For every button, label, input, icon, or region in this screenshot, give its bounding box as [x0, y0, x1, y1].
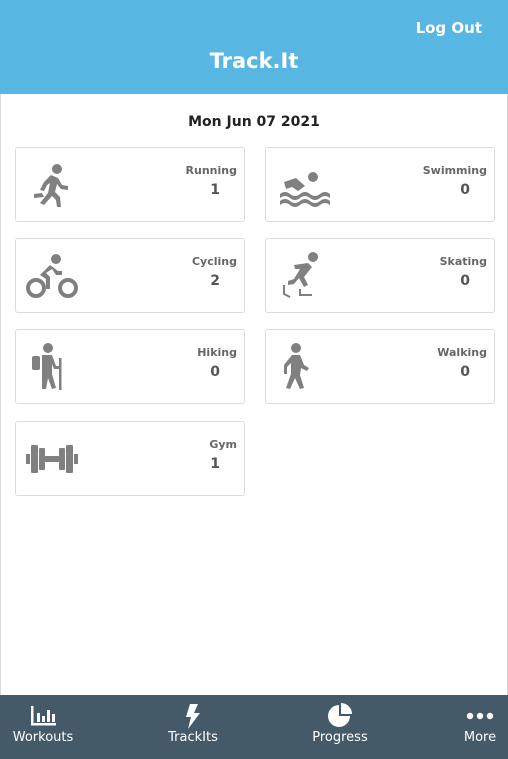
dumbbell-icon	[24, 434, 80, 484]
current-date: Mon Jun 07 2021	[188, 114, 320, 130]
nav-trackits[interactable]: TrackIts	[149, 695, 237, 759]
nav-label: More	[463, 730, 497, 745]
skating-icon	[274, 251, 330, 301]
nav-label: Progress	[312, 730, 368, 745]
pie-chart-icon	[325, 703, 355, 729]
activity-count: 0	[460, 364, 470, 380]
walking-icon	[274, 342, 330, 392]
activity-count: 2	[210, 273, 220, 289]
nav-workouts[interactable]: Workouts	[0, 695, 86, 759]
nav-more[interactable]: More	[440, 695, 508, 759]
nav-progress[interactable]: Progress	[297, 695, 383, 759]
activity-card-hiking[interactable]: Hiking 0	[15, 329, 245, 404]
activity-label: Hiking	[197, 346, 237, 359]
more-dots-icon	[465, 703, 495, 729]
nav-label: Workouts	[12, 730, 74, 745]
activity-label: Skating	[439, 255, 487, 268]
activity-count: 0	[210, 364, 220, 380]
bar-chart-icon	[28, 703, 58, 729]
activity-card-walking[interactable]: Walking 0	[265, 329, 495, 404]
activity-label: Gym	[209, 438, 237, 451]
activity-card-gym[interactable]: Gym 1	[15, 421, 245, 496]
activity-label: Cycling	[191, 255, 237, 268]
activity-card-cycling[interactable]: Cycling 2	[15, 238, 245, 313]
activity-count: 1	[210, 456, 220, 472]
activity-label: Running	[185, 164, 237, 177]
logout-button[interactable]: Log Out	[416, 19, 482, 37]
nav-label: TrackIts	[168, 730, 218, 745]
activity-card-running[interactable]: Running 1	[15, 147, 245, 222]
hiking-icon	[24, 342, 80, 392]
bottom-nav: Workouts TrackIts Progress More	[0, 695, 508, 759]
activity-card-skating[interactable]: Skating 0	[265, 238, 495, 313]
activity-count: 0	[460, 273, 470, 289]
app-header: Log Out Track.It	[0, 0, 508, 94]
activity-label: Walking	[437, 346, 487, 359]
lightning-icon	[178, 703, 208, 729]
swimming-icon	[274, 160, 330, 210]
cycling-icon	[24, 251, 80, 301]
app-title: Track.It	[209, 49, 299, 73]
activity-count: 1	[210, 182, 220, 198]
activity-label: Swimming	[422, 164, 487, 177]
activity-count: 0	[460, 182, 470, 198]
activity-card-swimming[interactable]: Swimming 0	[265, 147, 495, 222]
running-icon	[24, 160, 80, 210]
